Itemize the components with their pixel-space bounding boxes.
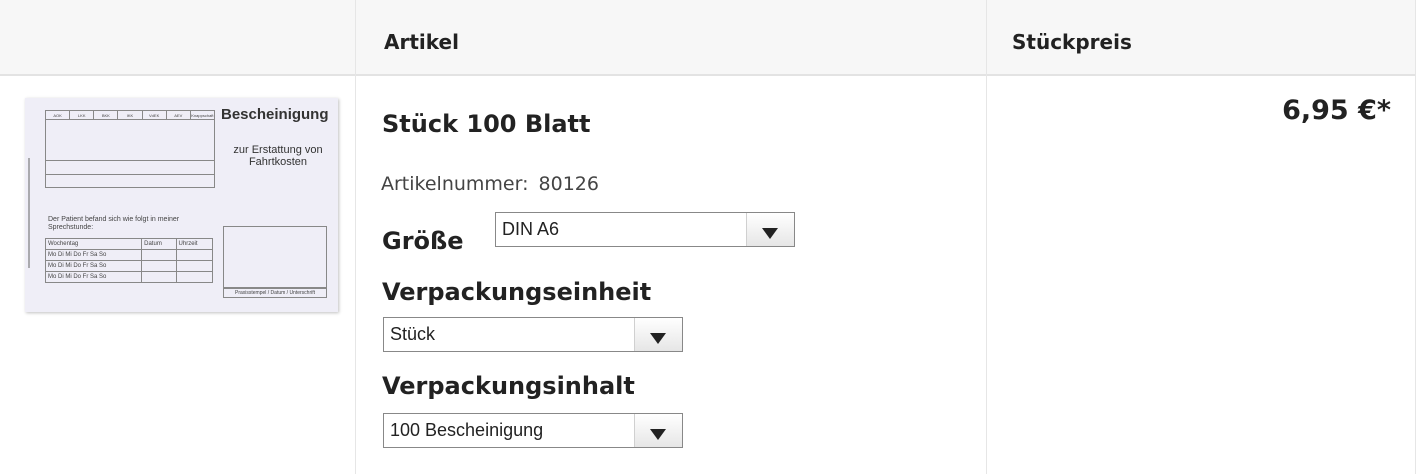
- form-patient-text: Der Patient befand sich wie folgt in mei…: [48, 216, 180, 231]
- packaging-content-select-value: 100 Bescheinigung: [390, 420, 544, 440]
- dropdown-arrow-icon[interactable]: [634, 318, 682, 351]
- stamp-label: Praxisstempel / Datum / Unterschrift: [223, 288, 327, 298]
- packaging-content-label: Verpackungsinhalt: [382, 372, 635, 400]
- column-divider: [986, 0, 987, 474]
- stamp-box: [223, 226, 327, 288]
- form-subtitle: zur Erstattung von Fahrtkosten: [233, 144, 323, 168]
- column-divider: [355, 0, 356, 474]
- unit-price: 6,95 €*: [1282, 95, 1391, 126]
- column-header-article: Artikel: [384, 30, 459, 54]
- table-header-row: Artikel Stückpreis: [0, 0, 1416, 76]
- dropdown-arrow-icon[interactable]: [746, 213, 794, 246]
- packaging-unit-select-value: Stück: [390, 324, 436, 344]
- patient-data-box: [45, 120, 215, 188]
- article-number: Artikelnummer: 80126: [381, 173, 599, 195]
- size-select-value: DIN A6: [502, 219, 560, 239]
- product-image[interactable]: AOK LKK BKK IKK VdEK AEV Knappschaft Bes…: [25, 98, 338, 312]
- article-number-value: 80126: [538, 173, 599, 195]
- column-header-unit-price: Stückpreis: [1012, 30, 1132, 54]
- product-name[interactable]: Stück 100 Blatt: [382, 110, 591, 138]
- form-visit-table: Wochentag Datum Uhrzeit Mo Di Mi Do Fr S…: [44, 238, 214, 283]
- insurer-boxes: AOK LKK BKK IKK VdEK AEV Knappschaft: [45, 110, 215, 120]
- form-title: Bescheinigung: [221, 106, 329, 123]
- size-label: Größe: [382, 227, 464, 255]
- packaging-unit-label: Verpackungseinheit: [382, 278, 652, 306]
- size-select[interactable]: DIN A6: [495, 212, 795, 247]
- dropdown-arrow-icon[interactable]: [634, 414, 682, 447]
- article-number-label: Artikelnummer:: [381, 173, 529, 195]
- packaging-unit-select[interactable]: Stück: [383, 317, 683, 352]
- side-print: [28, 158, 36, 268]
- packaging-content-select[interactable]: 100 Bescheinigung: [383, 413, 683, 448]
